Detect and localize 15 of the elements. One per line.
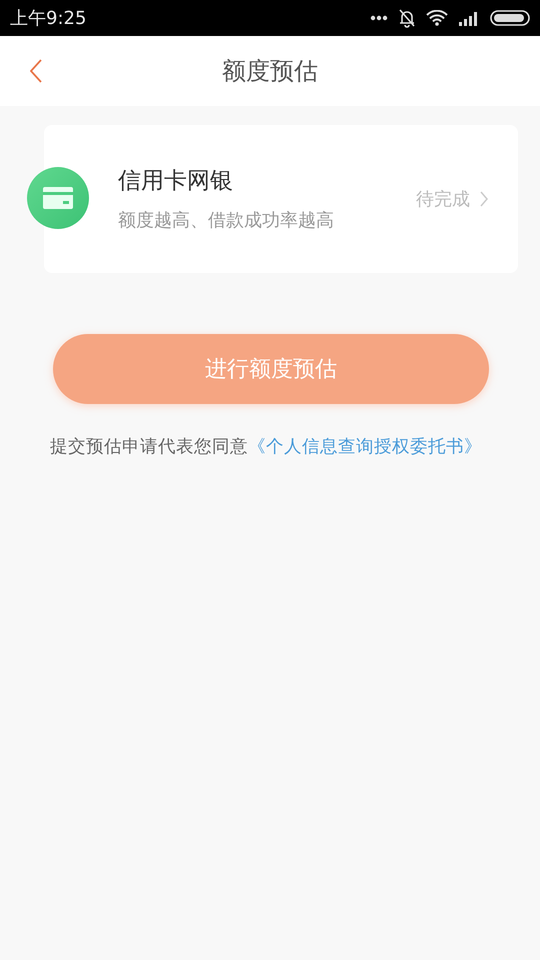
more-dots-icon — [370, 15, 388, 21]
wifi-icon — [426, 10, 448, 26]
card-status: 待完成 — [416, 188, 470, 212]
signal-icon — [458, 10, 480, 26]
bank-card-item[interactable]: 信用卡网银 额度越高、借款成功率越高 待完成 — [44, 125, 518, 273]
card-title: 信用卡网银 — [118, 167, 234, 196]
chevron-right-icon — [480, 191, 488, 207]
card-subtitle: 额度越高、借款成功率越高 — [118, 208, 335, 233]
agreement-link[interactable]: 《个人信息查询授权委托书》 — [248, 437, 482, 457]
muted-bell-icon — [398, 8, 416, 28]
back-chevron-icon — [30, 59, 42, 83]
status-time: 上午9:25 — [10, 6, 86, 30]
battery-icon — [490, 10, 530, 26]
agreement-text: 提交预估申请代表您同意《个人信息查询授权委托书》 — [50, 436, 483, 459]
page-title: 额度预估 — [222, 56, 318, 87]
